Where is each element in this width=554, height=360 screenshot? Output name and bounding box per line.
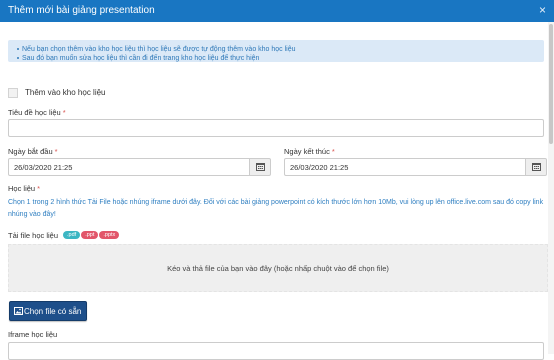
- choose-existing-file-button[interactable]: Chọn file có sẵn: [9, 301, 87, 321]
- badge-pptx: .pptx: [99, 231, 120, 239]
- end-date-label: Ngày kết thúc *: [284, 147, 335, 156]
- end-date-picker-button[interactable]: [525, 158, 547, 176]
- required-mark: *: [54, 147, 58, 156]
- info-line-2: Sau đó bạn muốn sửa học liệu thì cần đi …: [17, 54, 544, 63]
- choose-existing-file-label: Chọn file có sẵn: [24, 307, 82, 316]
- add-to-library-label: Thêm vào kho học liệu: [25, 88, 106, 97]
- close-icon[interactable]: ×: [539, 3, 546, 17]
- calendar-icon: [256, 163, 265, 171]
- add-to-library-checkbox[interactable]: [8, 88, 18, 98]
- required-mark: *: [37, 184, 41, 193]
- material-label-text: Học liệu: [8, 184, 36, 193]
- iframe-input[interactable]: [8, 342, 544, 360]
- end-date-label-text: Ngày kết thúc: [284, 147, 330, 156]
- material-label: Học liệu *: [8, 184, 40, 193]
- upload-label: Tải file học liệu: [8, 231, 59, 240]
- info-alert: Nếu bạn chọn thêm vào kho học liệu thì h…: [8, 40, 544, 62]
- file-dropzone[interactable]: Kéo và thả file của bạn vào đây (hoặc nh…: [8, 244, 548, 292]
- iframe-label: Iframe học liệu: [8, 330, 58, 339]
- file-type-badges: .pdf .ppt .pptx: [63, 231, 120, 240]
- required-mark: *: [62, 108, 66, 117]
- image-icon: [14, 307, 23, 315]
- info-line-1: Nếu bạn chọn thêm vào kho học liệu thì h…: [17, 45, 544, 54]
- start-date-label: Ngày bắt đầu *: [8, 147, 58, 156]
- modal-header: Thêm mới bài giảng presentation ×: [0, 0, 554, 22]
- title-input[interactable]: [8, 119, 544, 137]
- dropzone-text: Kéo và thả file của bạn vào đây (hoặc nh…: [167, 264, 389, 273]
- start-date-label-text: Ngày bắt đầu: [8, 147, 53, 156]
- required-mark: *: [331, 147, 335, 156]
- modal-title: Thêm mới bài giảng presentation: [8, 5, 155, 16]
- badge-pdf: .pdf: [63, 231, 81, 239]
- end-date-input[interactable]: [284, 158, 526, 176]
- badge-ppt: .ppt: [81, 231, 99, 239]
- calendar-icon: [532, 163, 541, 171]
- title-label-text: Tiêu đề học liệu: [8, 108, 61, 117]
- start-date-picker-button[interactable]: [249, 158, 271, 176]
- start-date-input[interactable]: [8, 158, 250, 176]
- title-label: Tiêu đề học liệu *: [8, 108, 66, 117]
- scrollbar-thumb[interactable]: [549, 24, 553, 144]
- material-help-text: Chọn 1 trong 2 hình thức Tải File hoặc n…: [8, 199, 544, 218]
